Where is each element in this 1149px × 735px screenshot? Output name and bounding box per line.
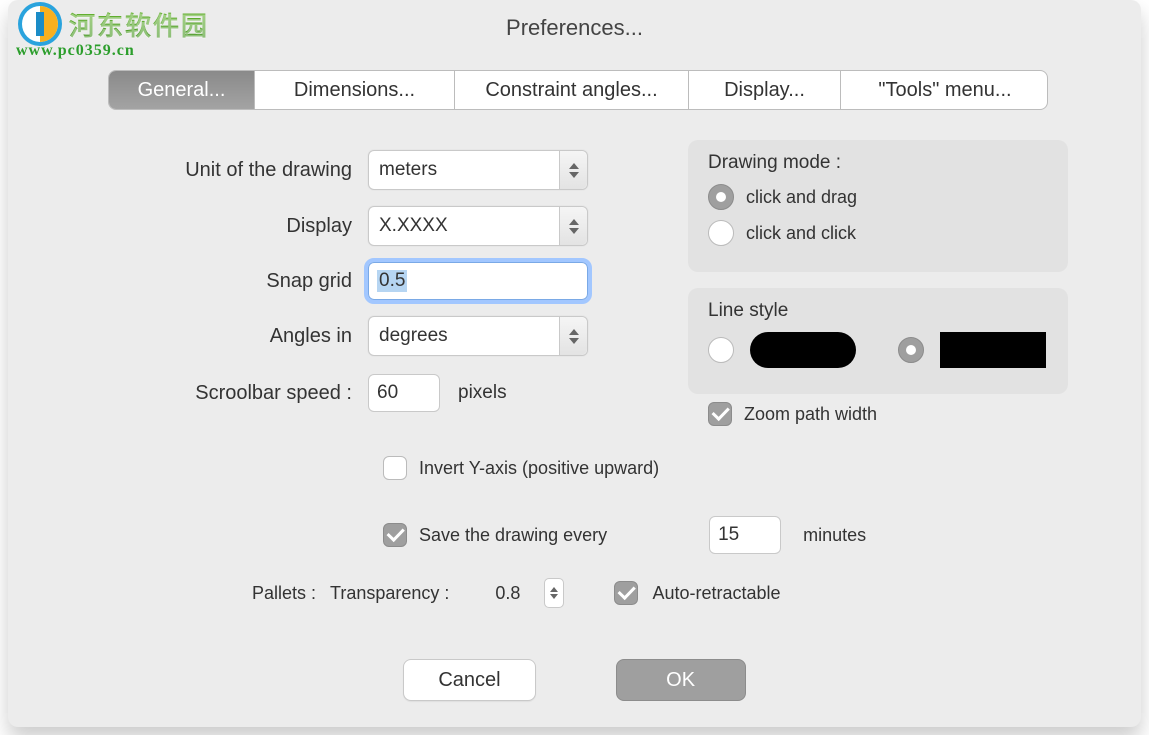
transparency-value: 0.8 (495, 583, 520, 604)
drawing-mode-click-drag-radio[interactable] (708, 184, 734, 210)
zoom-path-width-checkbox[interactable] (708, 402, 732, 426)
display-format-dropdown[interactable]: X.XXXX (368, 206, 588, 246)
snap-grid-input[interactable]: 0.5 (368, 262, 588, 300)
watermark: 河东软件园 www.pc0359.cn (16, 0, 209, 60)
line-style-title: Line style (708, 300, 1048, 322)
drawing-mode-group: Drawing mode : click and drag click and … (688, 140, 1068, 272)
drawing-mode-title: Drawing mode : (708, 152, 1048, 174)
chevron-updown-icon (559, 151, 587, 189)
line-style-group: Line style (688, 288, 1068, 394)
auto-retractable-checkbox[interactable] (614, 581, 638, 605)
transparency-label: Transparency : (330, 583, 449, 604)
invert-y-axis-label: Invert Y-axis (positive upward) (419, 458, 659, 479)
transparency-stepper[interactable] (544, 578, 564, 608)
angles-dropdown[interactable]: degrees (368, 316, 588, 356)
auto-retractable-label: Auto-retractable (652, 583, 780, 604)
cancel-button[interactable]: Cancel (403, 659, 535, 701)
save-drawing-label: Save the drawing every (419, 525, 607, 546)
drawing-mode-click-click-radio[interactable] (708, 220, 734, 246)
line-style-round-swatch (750, 332, 856, 368)
invert-y-axis-checkbox[interactable] (383, 456, 407, 480)
scrollbar-speed-input[interactable]: 60 (368, 374, 440, 412)
scrollbar-speed-label: Scroolbar speed : (8, 382, 368, 405)
chevron-updown-icon (559, 317, 587, 355)
display-label: Display (8, 215, 368, 238)
unit-label: Unit of the drawing (8, 159, 368, 182)
drawing-mode-click-drag-label: click and drag (746, 187, 857, 208)
save-minutes-input[interactable]: 15 (709, 516, 781, 554)
preferences-window: Preferences... General... Dimensions... … (8, 0, 1141, 727)
zoom-path-width-label: Zoom path width (744, 404, 877, 425)
line-style-rect-radio[interactable] (898, 337, 924, 363)
tab-tools-menu[interactable]: "Tools" menu... (841, 71, 1048, 109)
pixels-suffix: pixels (458, 382, 507, 404)
ok-button[interactable]: OK (616, 659, 746, 701)
chevron-updown-icon (559, 207, 587, 245)
unit-dropdown[interactable]: meters (368, 150, 588, 190)
minutes-suffix: minutes (803, 525, 866, 546)
line-style-round-radio[interactable] (708, 337, 734, 363)
pallets-label: Pallets : (252, 583, 316, 604)
angles-label: Angles in (8, 325, 368, 348)
tab-dimensions[interactable]: Dimensions... (255, 71, 455, 109)
tab-constraint-angles[interactable]: Constraint angles... (455, 71, 689, 109)
tab-display[interactable]: Display... (689, 71, 841, 109)
tab-general[interactable]: General... (109, 71, 255, 109)
line-style-rect-swatch (940, 332, 1046, 368)
tab-bar: General... Dimensions... Constraint angl… (108, 70, 1048, 110)
save-drawing-checkbox[interactable] (383, 523, 407, 547)
snap-grid-label: Snap grid (8, 270, 368, 293)
drawing-mode-click-click-label: click and click (746, 223, 856, 244)
